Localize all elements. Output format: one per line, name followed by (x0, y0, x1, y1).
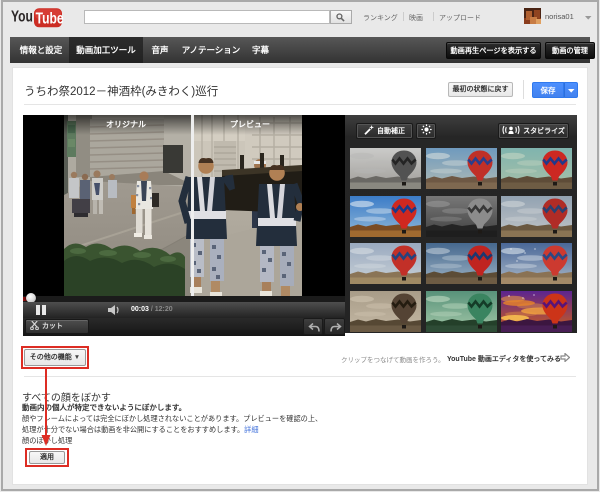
svg-text:You: You (11, 7, 33, 25)
svg-text:プレビュー: プレビュー (230, 119, 270, 129)
svg-text:Tube: Tube (36, 9, 64, 27)
svg-text:オリジナル: オリジナル (106, 120, 146, 129)
